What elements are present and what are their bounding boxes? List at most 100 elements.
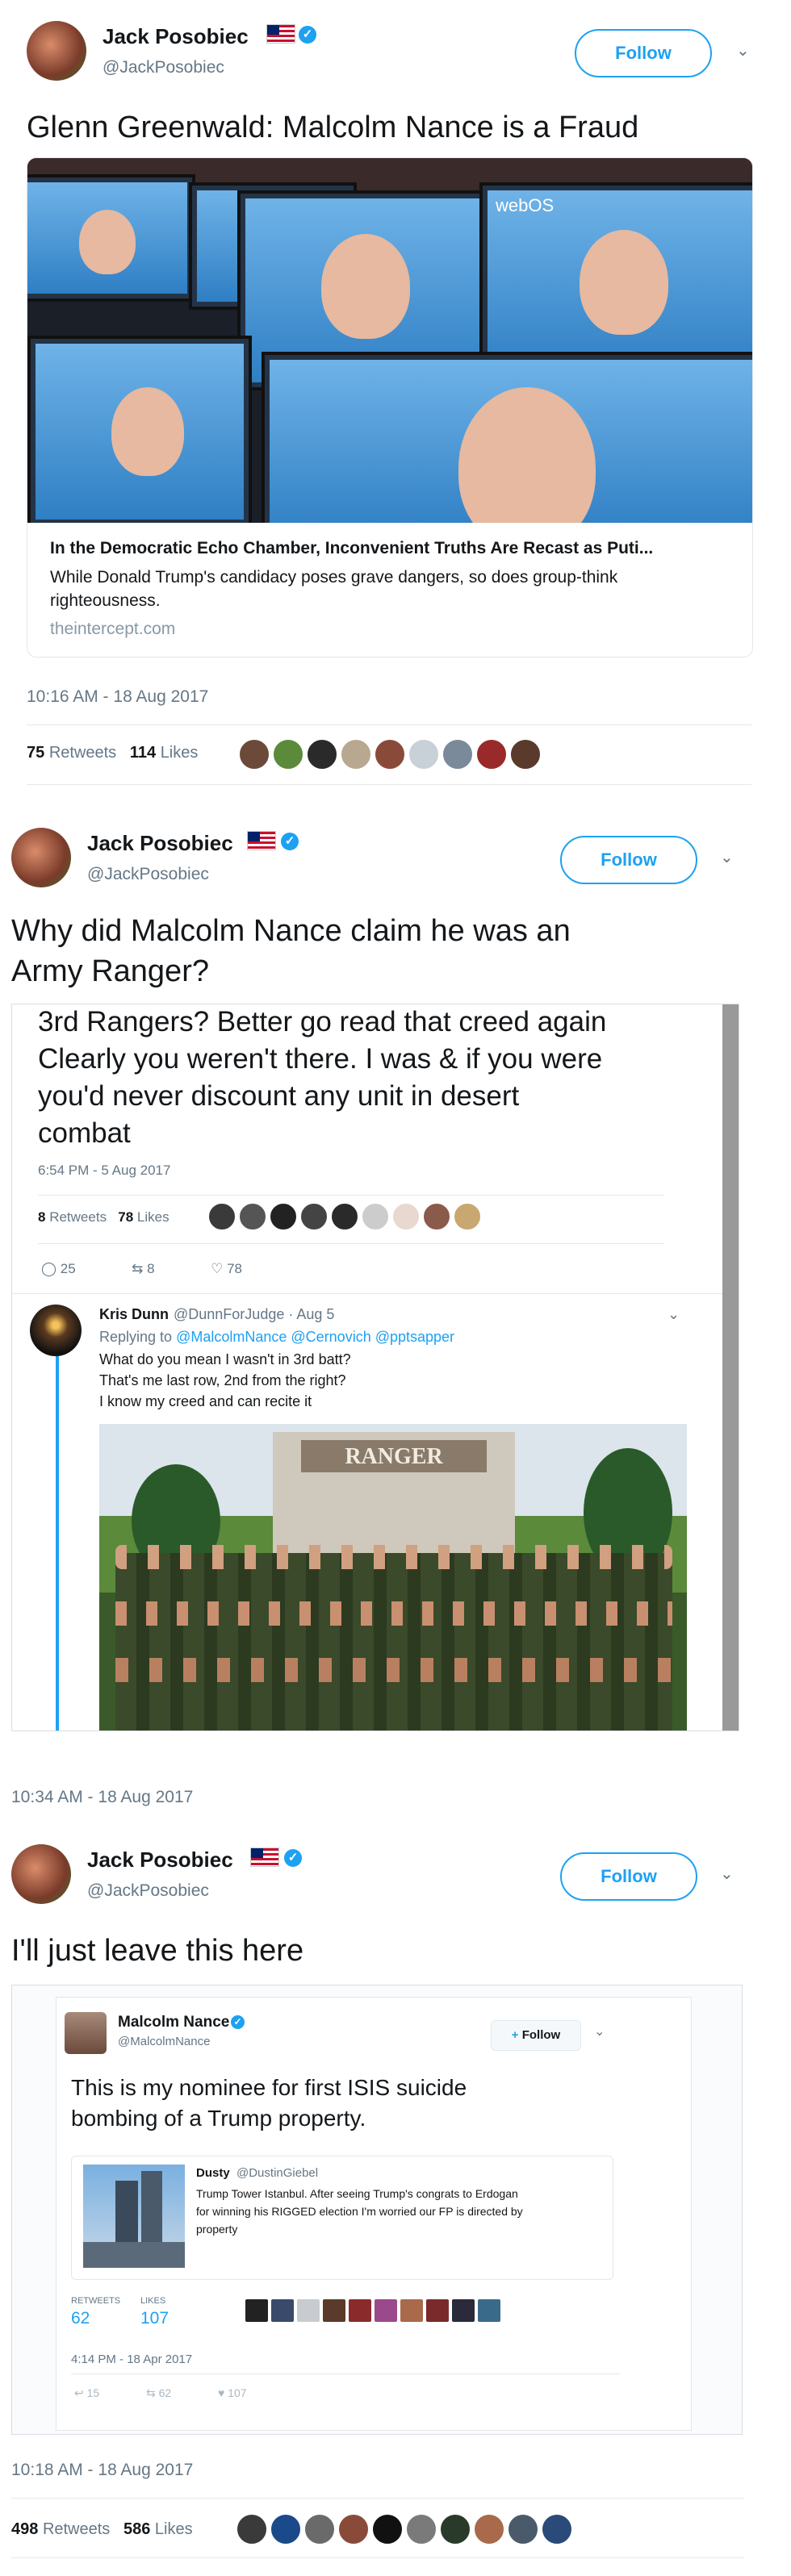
retweet-icon: ⇆ <box>145 2386 156 2399</box>
reply-icon: ↩ <box>74 2386 84 2399</box>
divider <box>11 2557 744 2558</box>
embedded-follow-button: + Follow <box>491 2020 581 2051</box>
liker-avatar[interactable] <box>408 738 440 770</box>
embedded-author-handle: @MalcolmNance <box>118 2035 211 2048</box>
liker-avatar <box>207 1202 236 1231</box>
reply-text-line-3: I know my creed and can recite it <box>99 1393 312 1409</box>
avatar[interactable] <box>27 21 86 81</box>
like-count[interactable]: 114 <box>130 744 156 762</box>
retweet-count[interactable]: 498 <box>11 2520 38 2538</box>
liker-avatar[interactable] <box>507 2513 539 2545</box>
card-image: webOS <box>27 158 752 523</box>
embedded-action-bar: ◯ 25 ⇆ 8 ♡ 78 <box>41 1261 242 1277</box>
reply-avatar <box>30 1305 82 1356</box>
liker-avatar[interactable] <box>405 2513 437 2545</box>
liker-avatar <box>422 1202 451 1231</box>
embedded-text-line-2: Clearly you weren't there. I was & if yo… <box>38 1043 603 1075</box>
liker-avatar[interactable] <box>270 2513 302 2545</box>
liker-avatar[interactable] <box>541 2513 573 2545</box>
retweet-action-count: 8 <box>147 1261 155 1276</box>
author-handle[interactable]: @JackPosobiec <box>103 58 224 77</box>
quoted-text-line-3: property <box>196 2223 238 2236</box>
liker-avatar <box>347 2298 373 2323</box>
liker-avatar <box>269 1202 298 1231</box>
scrollbar[interactable] <box>722 1004 739 1731</box>
liker-avatar <box>453 1202 482 1231</box>
embedded-text-line-3: you'd never discount any unit in desert <box>38 1080 520 1112</box>
follow-button[interactable]: Follow <box>560 1852 697 1901</box>
chevron-down-icon: ⌄ <box>668 1306 680 1322</box>
liker-avatar[interactable] <box>340 738 372 770</box>
liker-avatar[interactable] <box>475 738 508 770</box>
likes-label[interactable]: Likes <box>155 2520 193 2538</box>
reply-context: Replying to @MalcolmNance @Cernovich @pp… <box>99 1329 454 1346</box>
chevron-down-icon[interactable]: ⌄ <box>736 40 750 61</box>
tweet-timestamp[interactable]: 10:34 AM - 18 Aug 2017 <box>11 1788 193 1807</box>
link-card[interactable]: webOS In the Democratic Echo Chamber, In… <box>27 157 753 658</box>
liker-avatar[interactable] <box>442 738 474 770</box>
embedded-retweet-count: 62 <box>71 2309 90 2328</box>
divider <box>27 724 751 725</box>
liker-avatar[interactable] <box>238 738 270 770</box>
author-handle[interactable]: @JackPosobiec <box>87 865 209 884</box>
like-count[interactable]: 586 <box>123 2520 150 2538</box>
retweets-label[interactable]: Retweets <box>43 2520 110 2538</box>
retweet-count[interactable]: 75 <box>27 744 44 762</box>
liker-avatar[interactable] <box>337 2513 370 2545</box>
ranger-sign-text: RANGER <box>345 1444 443 1469</box>
replying-label: Replying to <box>99 1329 173 1345</box>
chevron-down-icon[interactable]: ⌄ <box>720 1864 734 1884</box>
liker-avatar[interactable] <box>374 738 406 770</box>
embedded-stats: 8 Retweets 78 Likes <box>38 1209 170 1225</box>
follow-button[interactable]: Follow <box>560 836 697 884</box>
divider <box>11 2498 744 2499</box>
author-name[interactable]: Jack Posobiec <box>87 831 233 856</box>
embedded-like-count: 107 <box>140 2309 170 2328</box>
liker-avatar <box>238 1202 267 1231</box>
liker-avatar[interactable] <box>509 738 542 770</box>
avatar[interactable] <box>11 1844 71 1904</box>
card-domain: theintercept.com <box>50 620 176 638</box>
liker-avatar[interactable] <box>236 2513 268 2545</box>
add-user-icon: + <box>511 2028 519 2042</box>
embedded-screenshot: 3rd Rangers? Better go read that creed a… <box>11 1004 739 1731</box>
embedded-author-name: Malcolm Nance <box>118 2014 230 2031</box>
likes-label[interactable]: Likes <box>161 744 199 762</box>
verified-badge-icon: ✓ <box>231 2015 245 2029</box>
card-description: While Donald Trump's candidacy poses gra… <box>50 568 618 610</box>
us-flag-icon <box>250 1847 279 1867</box>
tweet-text-line-2: Army Ranger? <box>11 954 209 988</box>
quoted-name: Dusty <box>196 2166 230 2180</box>
liker-avatar[interactable] <box>303 2513 336 2545</box>
author-name[interactable]: Jack Posobiec <box>87 1847 233 1873</box>
quoted-text-line-2: for winning his RIGGED election I'm worr… <box>196 2205 523 2218</box>
like-action-count: 78 <box>227 1261 242 1276</box>
follow-button[interactable]: Follow <box>575 29 712 77</box>
avatar[interactable] <box>11 828 71 887</box>
verified-badge-icon: ✓ <box>299 26 316 44</box>
liker-avatar[interactable] <box>473 2513 505 2545</box>
liker-avatar[interactable] <box>439 2513 471 2545</box>
liker-avatar[interactable] <box>371 2513 404 2545</box>
author-name[interactable]: Jack Posobiec <box>103 24 249 49</box>
embedded-timestamp: 6:54 PM - 5 Aug 2017 <box>38 1163 171 1178</box>
author-handle[interactable]: @JackPosobiec <box>87 1881 209 1901</box>
liker-avatar[interactable] <box>272 738 304 770</box>
tweet-timestamp[interactable]: 10:16 AM - 18 Aug 2017 <box>27 687 208 707</box>
us-flag-icon <box>247 831 276 850</box>
liker-avatar <box>399 2298 425 2323</box>
quoted-tweet: Dusty @DustinGiebel Trump Tower Istanbul… <box>71 2156 613 2280</box>
quoted-text-line-1: Trump Tower Istanbul. After seeing Trump… <box>196 2187 518 2200</box>
chevron-down-icon[interactable]: ⌄ <box>720 847 734 867</box>
verified-badge-icon: ✓ <box>281 833 299 850</box>
embedded-retweets-label: RETWEETS <box>71 2296 121 2306</box>
liker-avatar <box>295 2298 321 2323</box>
liker-avatar <box>373 2298 399 2323</box>
tweet-timestamp[interactable]: 10:18 AM - 18 Aug 2017 <box>11 2461 193 2480</box>
embedded-action-bar: ↩ 15 ⇆ 62 ♥ 107 <box>74 2386 247 2400</box>
retweets-label[interactable]: Retweets <box>49 744 116 762</box>
divider <box>27 784 751 785</box>
liker-avatar[interactable] <box>306 738 338 770</box>
heart-icon: ♡ <box>211 1261 224 1276</box>
tv-brand-label: webOS <box>496 195 555 215</box>
